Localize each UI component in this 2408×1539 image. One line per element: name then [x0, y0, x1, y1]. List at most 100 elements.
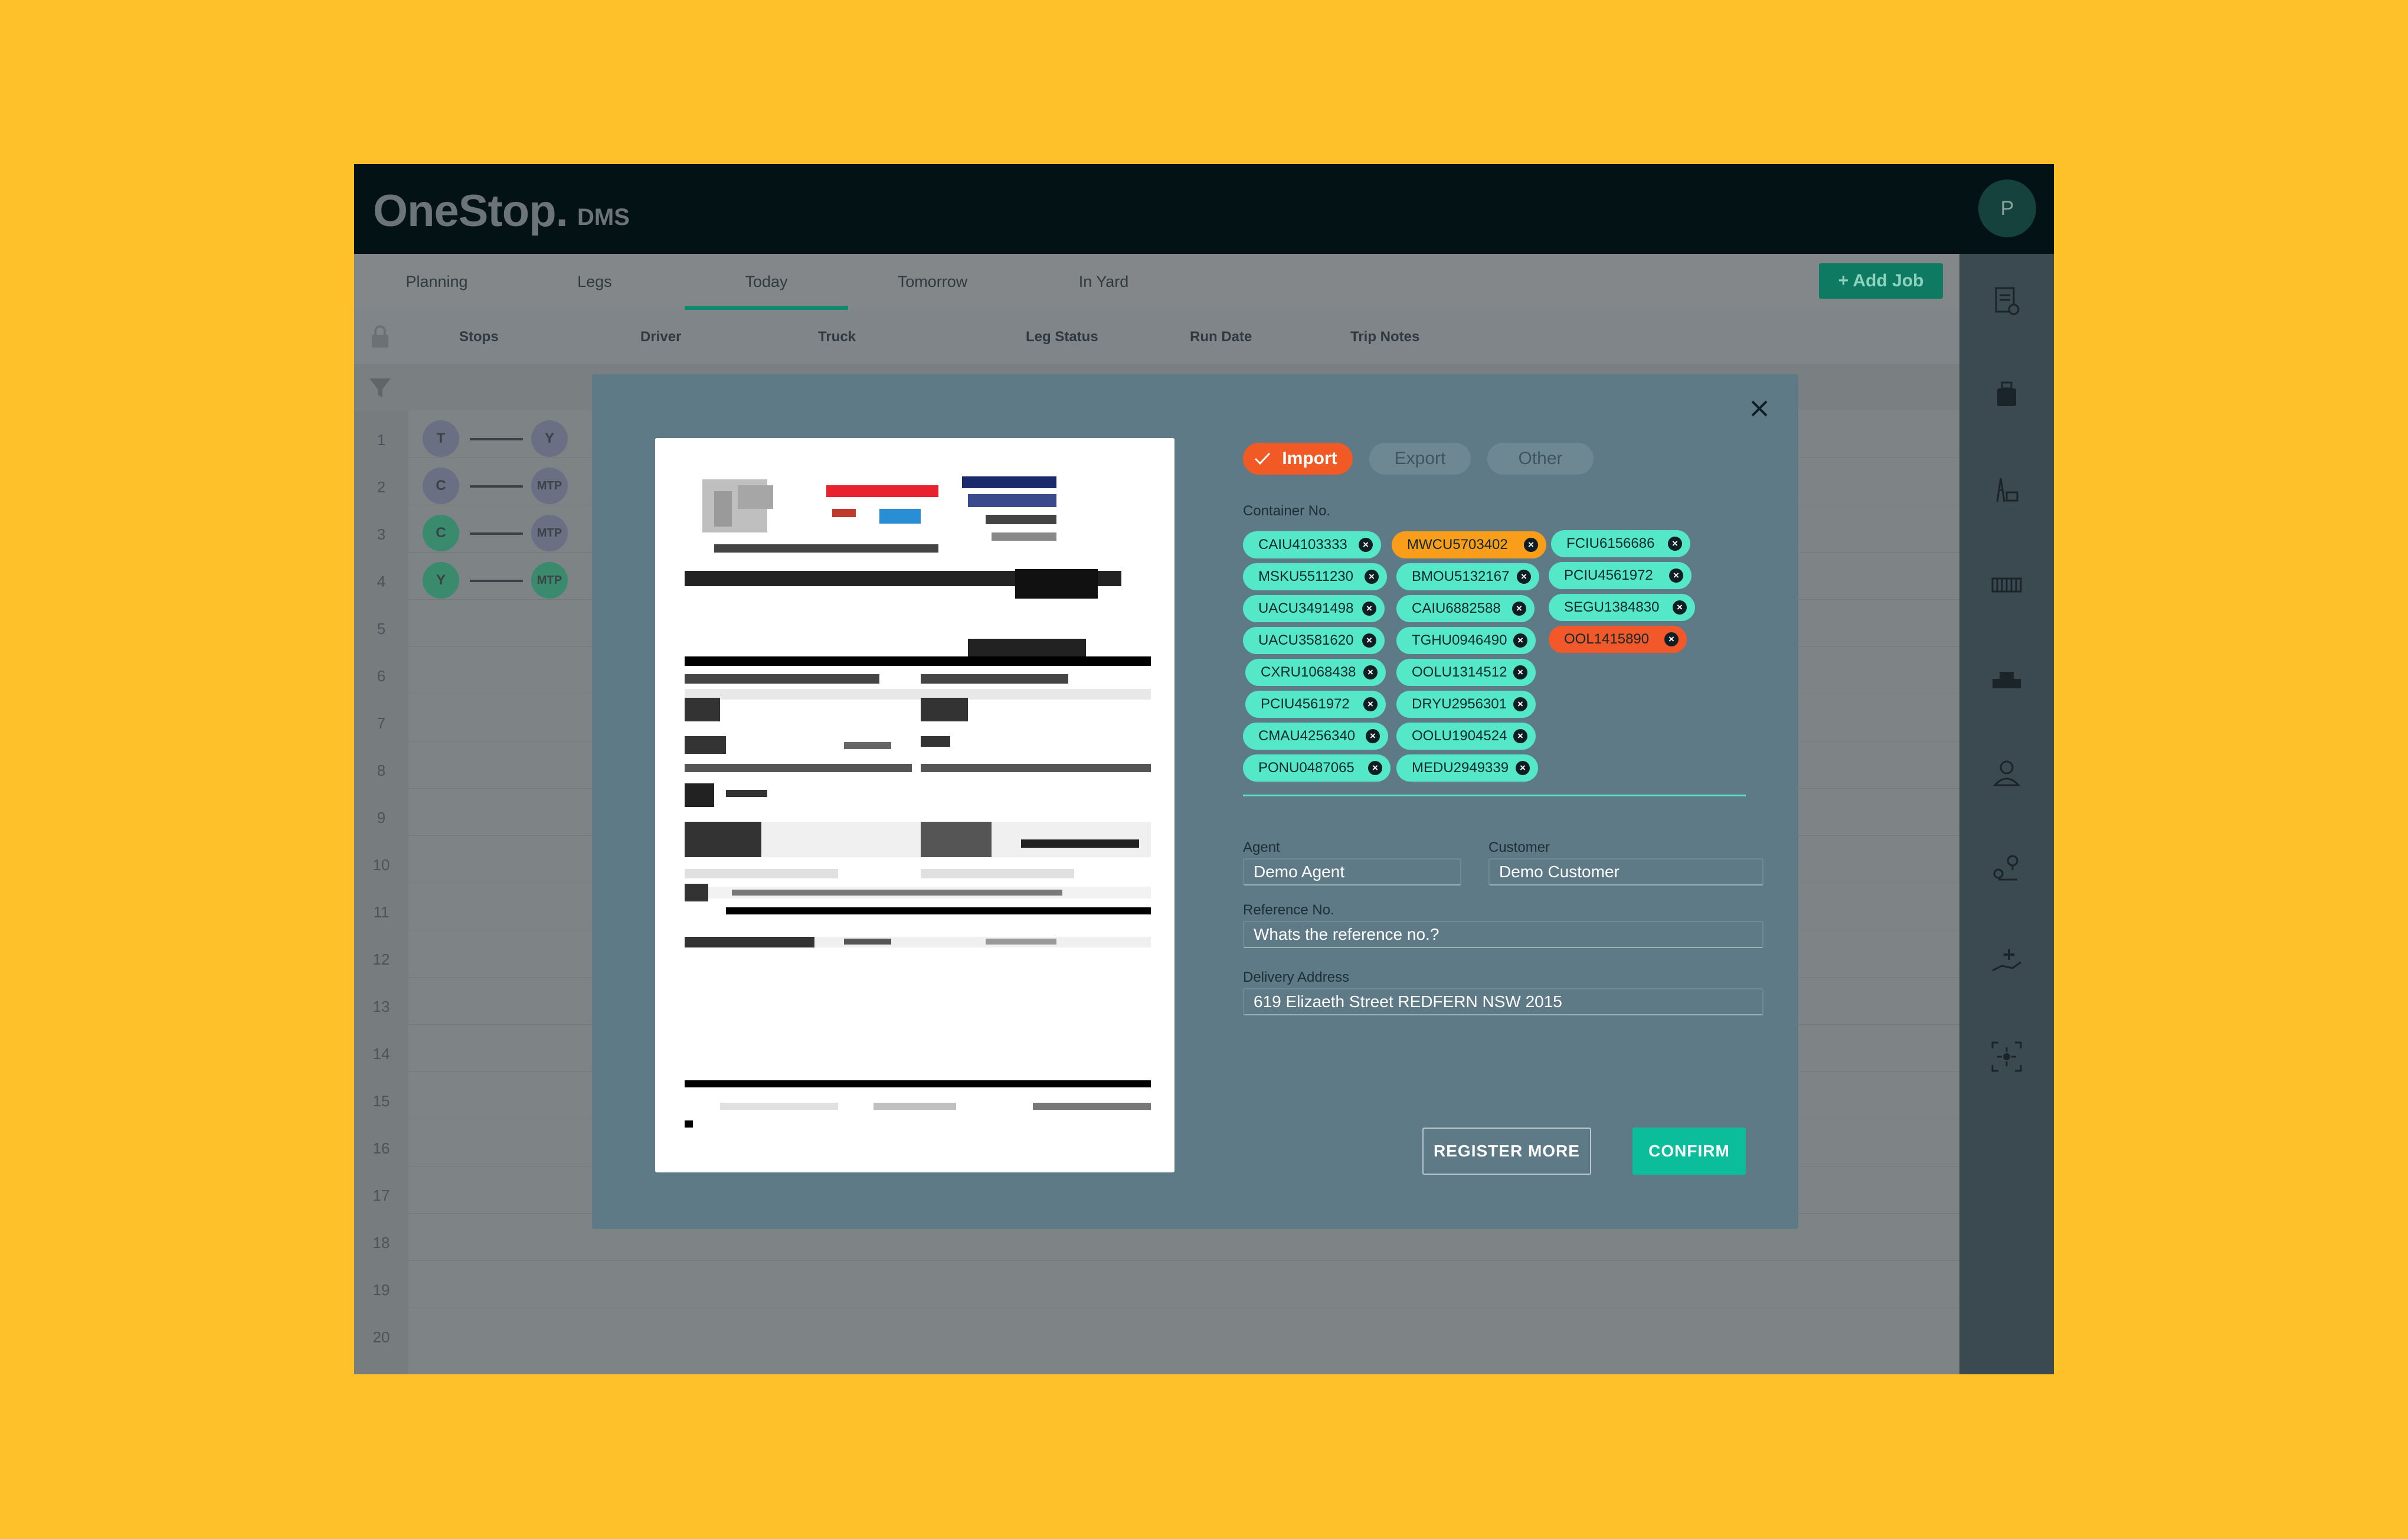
row-number: 8: [377, 762, 386, 779]
column-trip-notes[interactable]: Trip Notes: [1350, 310, 1419, 364]
container-chip[interactable]: PCIU4561972 ×: [1245, 691, 1386, 718]
row-number: 6: [377, 667, 386, 685]
x-circle-icon[interactable]: ×: [1513, 665, 1527, 679]
stop-arrow: [470, 485, 523, 488]
crane-icon[interactable]: [1989, 472, 2024, 508]
container-chip[interactable]: DRYU2956301 ×: [1396, 691, 1536, 718]
type-export-toggle[interactable]: Export: [1369, 443, 1471, 475]
container-chip[interactable]: TGHU0946490 ×: [1396, 627, 1536, 654]
x-circle-icon[interactable]: ×: [1513, 697, 1527, 711]
customer-label: Customer: [1488, 839, 1550, 855]
column-leg-status[interactable]: Leg Status: [1026, 310, 1098, 364]
container-chip[interactable]: OOLU1314512 ×: [1396, 659, 1536, 686]
container-input-underline: [1243, 795, 1746, 796]
row-number-column: [354, 410, 408, 1374]
tab-tomorrow[interactable]: Tomorrow: [873, 254, 992, 310]
confirm-button[interactable]: CONFIRM: [1632, 1128, 1746, 1175]
container-chip[interactable]: CAIU6882588 ×: [1396, 595, 1535, 622]
x-circle-icon[interactable]: ×: [1669, 568, 1683, 583]
x-circle-icon[interactable]: ×: [1512, 602, 1526, 616]
logo[interactable]: OneStop.: [373, 185, 568, 237]
column-truck[interactable]: Truck: [818, 310, 856, 364]
column-stops[interactable]: Stops: [459, 310, 499, 364]
stop-from[interactable]: C: [423, 468, 459, 504]
stop-to[interactable]: MTP: [531, 562, 568, 599]
x-circle-icon[interactable]: ×: [1513, 729, 1527, 743]
x-circle-icon[interactable]: ×: [1664, 632, 1679, 646]
type-other-toggle[interactable]: Other: [1487, 443, 1594, 475]
row-number: 7: [377, 714, 386, 732]
container-chip[interactable]: CXRU1068438 ×: [1245, 659, 1386, 686]
x-circle-icon[interactable]: ×: [1362, 602, 1376, 616]
right-sidebar: [1959, 254, 2054, 1374]
container-chip[interactable]: PONU0487065 ×: [1243, 754, 1391, 782]
x-circle-icon[interactable]: ×: [1362, 633, 1376, 648]
container-chip[interactable]: FCIU6156686 ×: [1551, 530, 1690, 557]
x-circle-icon[interactable]: ×: [1359, 538, 1373, 552]
reference-field[interactable]: Whats the reference no.?: [1243, 921, 1764, 948]
register-more-button[interactable]: REGISTER MORE: [1422, 1128, 1591, 1175]
stop-to[interactable]: MTP: [531, 515, 568, 551]
stop-from[interactable]: Y: [423, 562, 459, 599]
x-circle-icon[interactable]: ×: [1368, 761, 1382, 775]
filter-icon[interactable]: [367, 375, 393, 401]
close-icon[interactable]: [1744, 393, 1775, 424]
hand-plus-icon[interactable]: [1989, 945, 2024, 980]
x-circle-icon[interactable]: ×: [1365, 570, 1379, 584]
x-circle-icon[interactable]: ×: [1673, 600, 1687, 615]
container-chip[interactable]: MSKU5511230 ×: [1243, 563, 1387, 590]
container-chip[interactable]: PCIU4561972 ×: [1549, 562, 1692, 589]
row-number: 13: [372, 998, 390, 1015]
stop-arrow: [470, 532, 523, 535]
scan-icon[interactable]: [1989, 1039, 2024, 1074]
row-number: 2: [377, 478, 386, 496]
x-circle-icon[interactable]: ×: [1363, 665, 1378, 679]
driver-icon[interactable]: [1989, 756, 2024, 791]
container-chip[interactable]: OOL1415890 ×: [1549, 626, 1687, 653]
x-circle-icon[interactable]: ×: [1668, 537, 1682, 551]
column-run-date[interactable]: Run Date: [1190, 310, 1252, 364]
avatar[interactable]: P: [1978, 179, 2036, 237]
stop-from[interactable]: T: [423, 420, 459, 457]
row-number: 20: [372, 1328, 390, 1346]
agent-label: Agent: [1243, 839, 1280, 855]
agent-field[interactable]: Demo Agent: [1243, 858, 1461, 886]
lock-icon[interactable]: [368, 324, 392, 350]
customer-field[interactable]: Demo Customer: [1488, 858, 1764, 886]
row-number: 19: [372, 1281, 390, 1299]
x-circle-icon[interactable]: ×: [1513, 633, 1527, 648]
x-circle-icon[interactable]: ×: [1516, 761, 1530, 775]
container-chip[interactable]: BMOU5132167 ×: [1396, 563, 1539, 590]
container-chip[interactable]: MWCU5703402 ×: [1392, 531, 1546, 558]
tab-planning[interactable]: Planning: [378, 254, 496, 310]
document-icon[interactable]: [1989, 283, 2024, 319]
column-driver[interactable]: Driver: [640, 310, 681, 364]
tab-in-yard[interactable]: In Yard: [1045, 254, 1163, 310]
stop-to[interactable]: MTP: [531, 468, 568, 504]
container-chip[interactable]: UACU3581620 ×: [1243, 627, 1385, 654]
x-circle-icon[interactable]: ×: [1517, 570, 1531, 584]
stop-from[interactable]: C: [423, 515, 459, 551]
row-number: 1: [377, 431, 386, 449]
x-circle-icon[interactable]: ×: [1366, 729, 1380, 743]
add-job-button[interactable]: + Add Job: [1819, 263, 1943, 299]
x-circle-icon[interactable]: ×: [1363, 697, 1378, 711]
x-circle-icon[interactable]: ×: [1524, 538, 1538, 552]
location-icon[interactable]: [1989, 850, 2024, 886]
stop-to[interactable]: Y: [531, 420, 568, 457]
container-chip[interactable]: SEGU1384830 ×: [1549, 594, 1695, 621]
address-field[interactable]: 619 Elizaeth Street REDFERN NSW 2015: [1243, 988, 1764, 1015]
barcode-icon[interactable]: [1989, 567, 2024, 602]
tab-today[interactable]: Today: [685, 254, 848, 310]
truck-icon[interactable]: [1989, 661, 2024, 697]
container-chip[interactable]: MEDU2949339 ×: [1396, 754, 1538, 782]
container-chip[interactable]: CAIU4103333 ×: [1243, 531, 1381, 558]
container-chip[interactable]: OOLU1904524 ×: [1396, 723, 1536, 750]
type-import-toggle[interactable]: Import: [1243, 443, 1353, 475]
address-label: Delivery Address: [1243, 969, 1350, 985]
tab-legs[interactable]: Legs: [543, 254, 646, 310]
container-icon[interactable]: [1989, 378, 2024, 413]
row-number: 14: [372, 1045, 390, 1063]
container-chip[interactable]: CMAU4256340 ×: [1243, 723, 1388, 750]
container-chip[interactable]: UACU3491498 ×: [1243, 595, 1385, 622]
